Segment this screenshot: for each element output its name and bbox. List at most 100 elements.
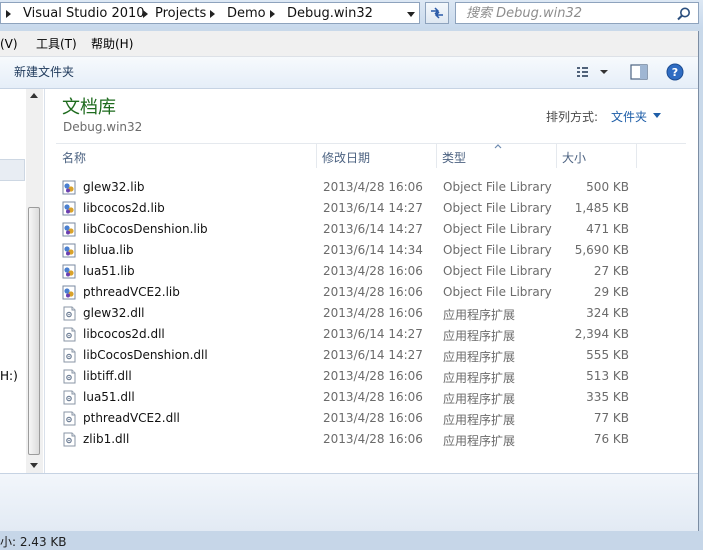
refresh-button[interactable] bbox=[425, 2, 449, 24]
file-size: 335 KB bbox=[586, 390, 629, 404]
dll-file-icon bbox=[62, 411, 77, 426]
lib-file-icon bbox=[62, 264, 77, 279]
file-row[interactable]: libtiff.dll 2013/4/28 16:06 应用程序扩展 513 KB bbox=[58, 366, 638, 387]
file-row[interactable]: glew32.lib 2013/4/28 16:06 Object File Lib… bbox=[58, 177, 638, 198]
search-box[interactable]: 搜索 Debug.win32 bbox=[455, 2, 699, 24]
view-list-icon bbox=[577, 67, 608, 77]
file-date: 2013/4/28 16:06 bbox=[323, 369, 423, 383]
breadcrumb-debug-win32[interactable]: Debug.win32 bbox=[287, 5, 373, 23]
svg-text:?: ? bbox=[672, 66, 678, 79]
help-button[interactable]: ? bbox=[664, 62, 686, 82]
file-row[interactable]: libCocosDenshion.lib 2013/6/14 14:27 Objec… bbox=[58, 219, 638, 240]
dll-file-icon bbox=[62, 390, 77, 405]
status-bar: 小: 2.43 KB bbox=[0, 531, 703, 550]
file-size: 27 KB bbox=[593, 264, 629, 278]
file-date: 2013/4/28 16:06 bbox=[323, 264, 423, 278]
file-type: Object File Library bbox=[443, 243, 552, 257]
dll-file-icon bbox=[62, 306, 77, 321]
file-date: 2013/4/28 16:06 bbox=[323, 411, 423, 425]
file-date: 2013/6/14 14:27 bbox=[323, 327, 423, 341]
lib-file-icon bbox=[62, 222, 77, 237]
file-name[interactable]: lua51.lib bbox=[83, 264, 135, 278]
preview-pane-button[interactable] bbox=[628, 62, 650, 82]
file-row[interactable]: glew32.dll 2013/4/28 16:06 应用程序扩展 324 KB bbox=[58, 303, 638, 324]
chevron-down-icon[interactable] bbox=[653, 113, 661, 119]
search-input[interactable]: 搜索 Debug.win32 bbox=[466, 5, 582, 23]
breadcrumb-projects[interactable]: Projects bbox=[155, 5, 206, 23]
file-type: 应用程序扩展 bbox=[443, 329, 516, 343]
menu-help[interactable]: 帮助(H) bbox=[91, 36, 133, 52]
file-type: 应用程序扩展 bbox=[443, 392, 516, 406]
search-icon[interactable] bbox=[676, 6, 692, 22]
file-type: Object File Library bbox=[443, 285, 552, 299]
library-title: 文档库 bbox=[62, 97, 116, 118]
file-name[interactable]: libcocos2d.lib bbox=[83, 201, 165, 215]
menu-view[interactable]: (V) bbox=[0, 36, 18, 52]
file-row[interactable]: lua51.dll 2013/4/28 16:06 应用程序扩展 335 KB bbox=[58, 387, 638, 408]
breadcrumb-arrow-icon[interactable] bbox=[205, 5, 219, 23]
column-header-type[interactable]: 类型 bbox=[442, 149, 466, 166]
file-name[interactable]: liblua.lib bbox=[83, 243, 134, 257]
file-row[interactable]: lua51.lib 2013/4/28 16:06 Object File Libr… bbox=[58, 261, 638, 282]
file-size: 513 KB bbox=[586, 369, 629, 383]
file-row[interactable]: zlib1.dll 2013/4/28 16:06 应用程序扩展 76 KB bbox=[58, 429, 638, 450]
file-name[interactable]: libtiff.dll bbox=[83, 369, 132, 383]
help-icon: ? bbox=[666, 63, 684, 81]
file-name[interactable]: pthreadVCE2.dll bbox=[83, 411, 180, 425]
nav-item-label[interactable]: H:) bbox=[0, 369, 18, 383]
file-name[interactable]: lua51.dll bbox=[83, 390, 135, 404]
breadcrumb-arrow-icon[interactable] bbox=[138, 5, 152, 23]
file-name[interactable]: libCocosDenshion.lib bbox=[83, 222, 208, 236]
file-row[interactable]: libcocos2d.dll 2013/6/14 14:27 应用程序扩展 2,394… bbox=[58, 324, 638, 345]
file-name[interactable]: glew32.dll bbox=[83, 306, 145, 320]
file-name[interactable]: glew32.lib bbox=[83, 180, 145, 194]
file-size: 76 KB bbox=[593, 432, 629, 446]
file-row[interactable]: libcocos2d.lib 2013/6/14 14:27 Object File… bbox=[58, 198, 638, 219]
file-size: 77 KB bbox=[593, 411, 629, 425]
column-header-name[interactable]: 名称 bbox=[62, 149, 86, 166]
change-view-button[interactable] bbox=[574, 62, 616, 82]
file-date: 2013/6/14 14:27 bbox=[323, 222, 423, 236]
file-name[interactable]: libCocosDenshion.dll bbox=[83, 348, 208, 362]
lib-file-icon bbox=[62, 243, 77, 258]
arrange-by-dropdown[interactable]: 文件夹 bbox=[611, 108, 647, 125]
dll-file-icon bbox=[62, 327, 77, 342]
breadcrumb-demo[interactable]: Demo bbox=[227, 5, 266, 23]
file-type: 应用程序扩展 bbox=[443, 308, 516, 322]
nav-scrollbar[interactable] bbox=[26, 89, 43, 473]
file-row[interactable]: pthreadVCE2.lib 2013/4/28 16:06 Object Fil… bbox=[58, 282, 638, 303]
file-type: Object File Library bbox=[443, 222, 552, 236]
breadcrumb-arrow-icon[interactable] bbox=[1, 5, 15, 23]
scroll-thumb[interactable] bbox=[28, 207, 40, 455]
navigation-pane[interactable]: H:) bbox=[0, 89, 45, 473]
address-dropdown-icon[interactable] bbox=[404, 5, 418, 23]
column-header-size[interactable]: 大小 bbox=[562, 149, 586, 166]
file-type: 应用程序扩展 bbox=[443, 350, 516, 364]
file-type: 应用程序扩展 bbox=[443, 413, 516, 427]
file-row[interactable]: pthreadVCE2.dll 2013/4/28 16:06 应用程序扩展 77 K… bbox=[58, 408, 638, 429]
explorer-window: (V) 工具(T) 帮助(H) 新建文件夹 ? H:) 文档库 Debug.wi… bbox=[0, 31, 699, 532]
file-date: 2013/6/14 14:27 bbox=[323, 201, 423, 215]
file-row[interactable]: liblua.lib 2013/6/14 14:34 Object File Lib… bbox=[58, 240, 638, 261]
breadcrumb-visual-studio[interactable]: Visual Studio 2010 bbox=[23, 5, 145, 23]
status-text: 小: 2.43 KB bbox=[0, 535, 67, 549]
file-name[interactable]: zlib1.dll bbox=[83, 432, 129, 446]
file-name[interactable]: pthreadVCE2.lib bbox=[83, 285, 180, 299]
menu-bar: (V) 工具(T) 帮助(H) bbox=[0, 31, 698, 57]
nav-selected-item[interactable] bbox=[0, 159, 25, 181]
address-bar[interactable]: Visual Studio 2010 Projects Demo Debug.w… bbox=[0, 2, 420, 24]
sort-ascending-icon bbox=[494, 144, 502, 149]
details-pane bbox=[0, 473, 698, 532]
breadcrumb-arrow-icon[interactable] bbox=[265, 5, 279, 23]
scroll-up-icon[interactable] bbox=[30, 93, 38, 98]
scroll-down-icon[interactable] bbox=[30, 463, 38, 468]
new-folder-button[interactable]: 新建文件夹 bbox=[14, 64, 74, 80]
file-row[interactable]: libCocosDenshion.dll 2013/6/14 14:27 应用程序扩… bbox=[58, 345, 638, 366]
column-header-date[interactable]: 修改日期 bbox=[322, 149, 370, 166]
file-size: 555 KB bbox=[586, 348, 629, 362]
dll-file-icon bbox=[62, 348, 77, 363]
file-size: 5,690 KB bbox=[574, 243, 629, 257]
file-size: 324 KB bbox=[586, 306, 629, 320]
menu-tools[interactable]: 工具(T) bbox=[36, 36, 77, 52]
file-name[interactable]: libcocos2d.dll bbox=[83, 327, 165, 341]
